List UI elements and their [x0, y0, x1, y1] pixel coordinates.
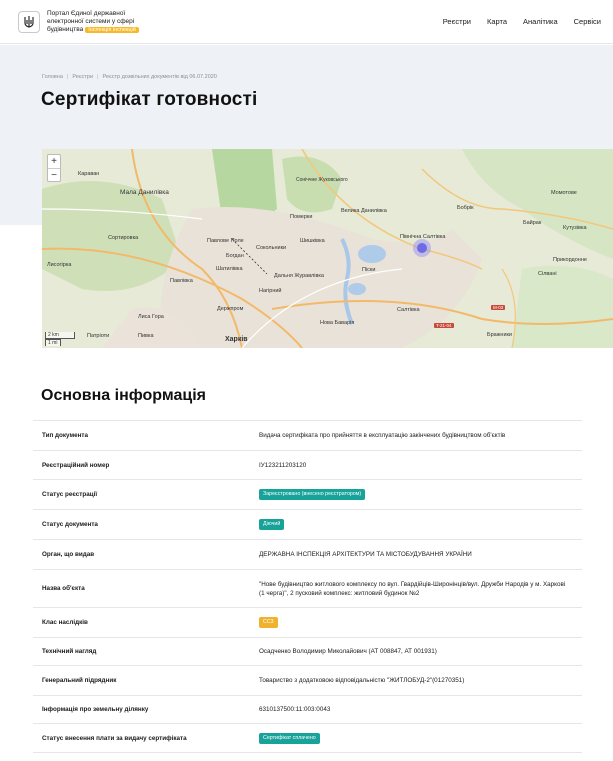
info-key: Статус документа [42, 521, 98, 528]
breadcrumb-home[interactable]: Головна [42, 74, 63, 80]
map-label: Шишківка [300, 238, 325, 244]
info-row: Тип документа Видача сертифіката про при… [33, 420, 582, 450]
info-value: ДЕРЖАВНА ІНСПЕКЦІЯ АРХІТЕКТУРИ ТА МІСТОБ… [259, 551, 472, 558]
breadcrumb-separator: | [97, 74, 99, 80]
nav-analytics[interactable]: Аналітика [523, 17, 558, 26]
zoom-control: + − [47, 154, 61, 182]
info-row: Статус реєстрації Зареєстровано (внесено… [33, 479, 582, 509]
info-row: Генеральний підрядник Товариство з додат… [33, 665, 582, 695]
info-row: Статус внесення плати за видачу сертифік… [33, 723, 582, 753]
page-title: Сертифікат готовності [41, 89, 258, 110]
trident-logo-icon[interactable] [18, 10, 40, 33]
breadcrumb: Головна | Реєстри | Реєстр дозвільних до… [42, 74, 217, 80]
status-badge: Діючий [259, 519, 285, 530]
map-label: Байрак [523, 220, 542, 226]
map-label: Лисогірка [47, 262, 72, 268]
info-key: Клас наслідків [42, 619, 88, 626]
map-label: Соніччне Жуковського [296, 177, 348, 183]
info-row: Інформація про земельну ділянку 63101375… [33, 695, 582, 723]
inspection-badge: Інспекція інспекцій [85, 26, 139, 33]
info-key: Орган, що видав [42, 551, 95, 558]
map-label: Мала Данилівка [120, 189, 169, 196]
brand-line: Портал Єдиної державної [47, 9, 126, 17]
info-row: Технічний нагляд Осадченко Володимир Мик… [33, 637, 582, 665]
map-label: Сортировка [108, 235, 139, 241]
location-map[interactable]: + − Караван Мала Данилівка Велика Данилі… [42, 149, 613, 348]
map-label: Велика Данилівка [341, 208, 387, 214]
map-label: Бражники [487, 332, 512, 338]
map-label: Патріоти [87, 333, 110, 339]
map-label: Кутузівка [563, 225, 587, 231]
site-header: Портал Єдиної державної електронної сист… [0, 0, 613, 44]
info-value: Осадченко Володимир Миколайович (АТ 0088… [259, 648, 437, 655]
info-row: Статус документа Діючий [33, 509, 582, 539]
map-label: Дальня Журавлівка [274, 273, 324, 279]
map-label: Померки [290, 214, 313, 220]
map-label: Нова Баварія [320, 320, 355, 326]
road-shield: T-21-04 [434, 323, 454, 328]
breadcrumb-current[interactable]: Реєстр дозвільних документів від 06.07.2… [102, 74, 216, 80]
breadcrumb-separator: | [66, 74, 69, 80]
info-key: Технічний нагляд [42, 648, 97, 655]
info-key: Статус реєстрації [42, 491, 98, 498]
map-label: Богдан [226, 253, 244, 259]
nav-services[interactable]: Сервіси [574, 17, 601, 26]
main-nav: Реєстри Карта Аналітика Сервіси [443, 17, 601, 26]
map-label: Павлове Поле [207, 238, 244, 244]
info-key: Статус внесення плати за видачу сертифік… [42, 734, 187, 742]
payment-status-badge: Сертифікат сплачено [259, 732, 320, 744]
zoom-in-button[interactable]: + [48, 155, 60, 168]
map-label: Салтівка [397, 307, 420, 313]
map-label: Сокольники [256, 245, 287, 251]
info-row: Реєстраційний номер ІУ123211203120 [33, 450, 582, 479]
info-key: Тип документа [42, 432, 88, 439]
brand-line: електронної системи у сфері [47, 17, 135, 25]
info-key: Інформація про земельну ділянку [42, 706, 149, 713]
info-row: Орган, що видав ДЕРЖАВНА ІНСПЕКЦІЯ АРХІТ… [33, 539, 582, 569]
info-value: ІУ123211203120 [259, 461, 307, 469]
info-row: Клас наслідків СС3 [33, 607, 582, 637]
map-label: Сілвані [538, 271, 557, 277]
consequence-class-badge: СС3 [259, 617, 278, 628]
info-key: Назва об'єкта [42, 585, 85, 592]
map-label: Піски [362, 267, 376, 273]
section-title: Основна інформація [41, 387, 206, 404]
info-key: Генеральний підрядник [42, 677, 117, 684]
map-label: Павлівка [170, 278, 193, 284]
map-label: Держпром [217, 306, 244, 312]
map-label: Лиса Гора [138, 314, 164, 320]
road-shield: M-03 [491, 305, 506, 310]
portal-brand[interactable]: Портал Єдиної державної електронної сист… [47, 10, 175, 34]
info-value: "Нове будівництво житлового комплексу по… [259, 580, 566, 597]
map-label-city: Харків [225, 336, 248, 343]
info-row: Назва об'єкта "Нове будівництво житловог… [33, 569, 582, 607]
info-key: Реєстраційний номер [42, 461, 110, 469]
map-label: Момотове [551, 190, 577, 196]
map-label: Караван [78, 171, 100, 177]
info-value: 6310137500:11:003:0043 [259, 706, 331, 713]
map-label: Прикордонне [553, 257, 587, 263]
map-label: Нагірний [259, 288, 282, 294]
map-label: Північна Салтівка [400, 234, 446, 240]
breadcrumb-registries[interactable]: Реєстри [72, 74, 93, 80]
map-label: Бобрік [457, 205, 474, 211]
map-scale: 2 km 1 mi [45, 332, 75, 346]
info-value: Товариство з додатковою відповідальністю… [259, 677, 465, 684]
brand-line: будівництва [47, 25, 84, 33]
status-badge: Зареєстровано (внесено реєстратором) [259, 489, 366, 500]
scale-km: 2 km [45, 332, 75, 339]
zoom-out-button[interactable]: − [48, 168, 60, 181]
info-table: Тип документа Видача сертифіката про при… [33, 420, 582, 753]
scale-mi: 1 mi [45, 339, 61, 346]
map-label: Пивка [138, 333, 154, 339]
nav-registries[interactable]: Реєстри [443, 17, 471, 26]
info-value: Видача сертифіката про прийняття в експл… [259, 432, 506, 439]
map-label: Шатилівка [216, 266, 243, 272]
nav-map[interactable]: Карта [487, 17, 507, 26]
